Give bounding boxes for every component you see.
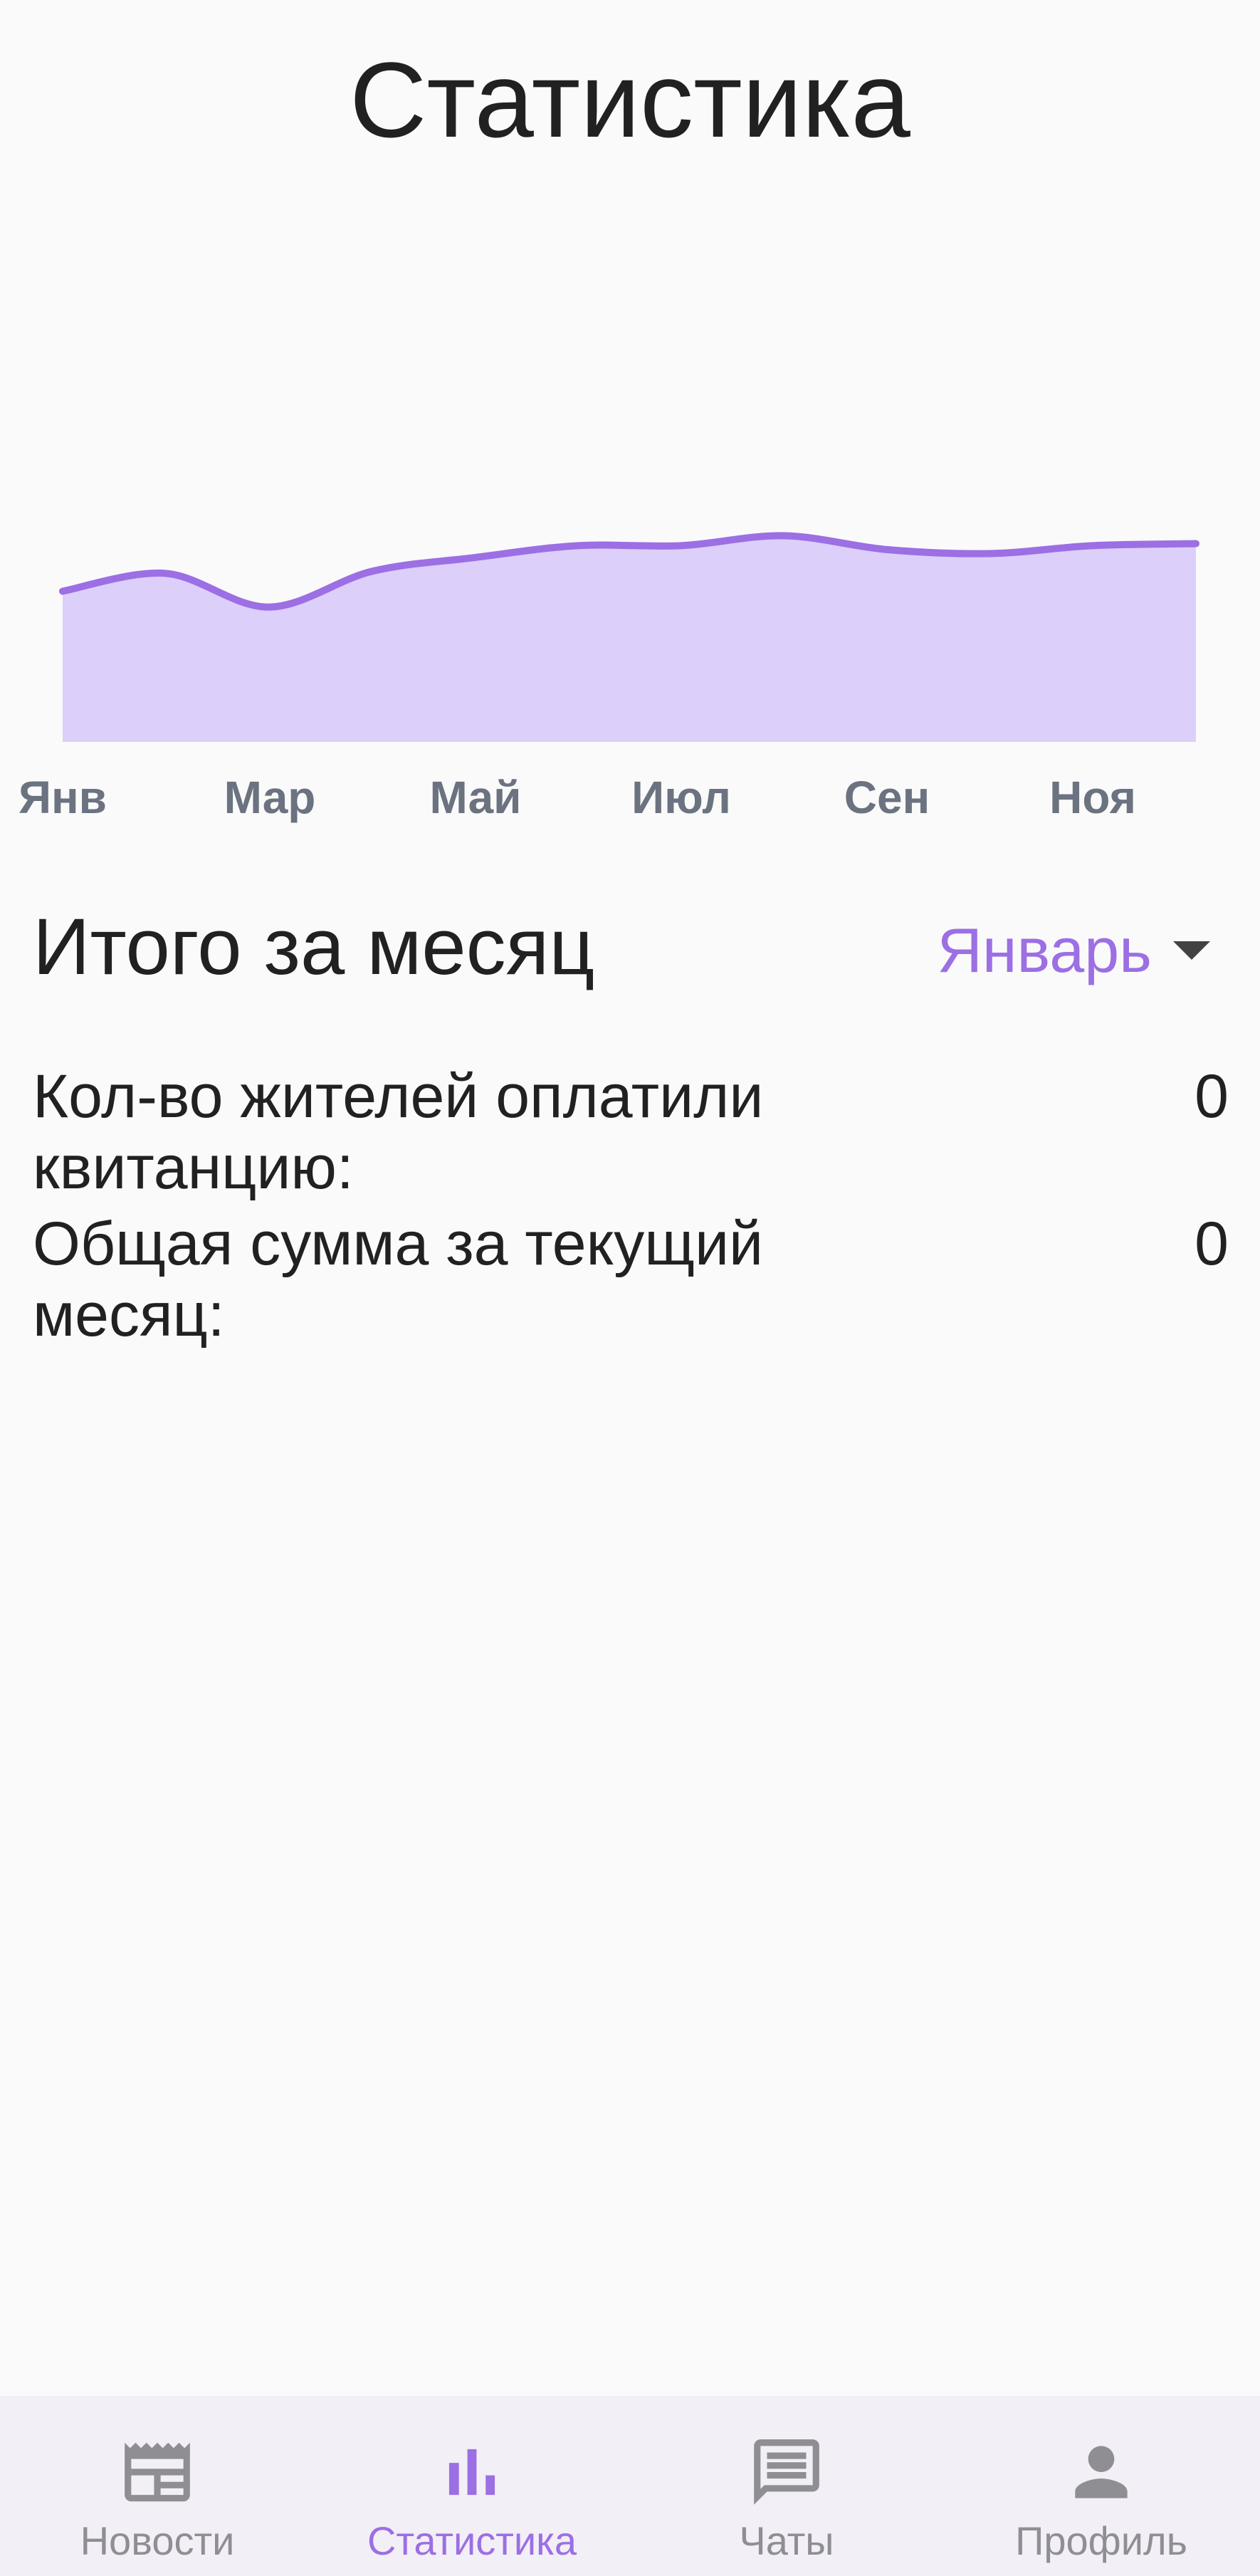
x-tick-label: Янв [19, 772, 107, 823]
profile-icon [1062, 2433, 1140, 2511]
bottom-navigation: Новости Статистика Чаты Профиль [0, 2396, 1260, 2576]
bar-chart-icon [433, 2433, 511, 2511]
x-tick-label: Сен [844, 772, 930, 823]
nav-item-profile[interactable]: Профиль [944, 2396, 1259, 2576]
chart-area-fill [63, 535, 1196, 742]
x-tick-label: Июл [631, 772, 731, 823]
nav-label: Новости [80, 2518, 235, 2563]
nav-item-statistics[interactable]: Статистика [315, 2396, 629, 2576]
nav-item-news[interactable]: Новости [0, 2396, 315, 2576]
nav-label: Профиль [1015, 2518, 1187, 2563]
x-tick-label: Мар [224, 772, 316, 823]
stat-value: 0 [1195, 1210, 1229, 1278]
month-dropdown[interactable]: Январь [937, 915, 1210, 986]
nav-label: Чаты [739, 2518, 834, 2563]
x-tick-label: Ноя [1049, 772, 1136, 823]
page-title: Статистика [350, 40, 910, 159]
nav-label: Статистика [367, 2518, 577, 2563]
month-dropdown-value: Январь [937, 915, 1152, 985]
dropdown-arrow-icon [1173, 941, 1210, 960]
summary-title: Итого за месяц [33, 902, 595, 991]
nav-item-chats[interactable]: Чаты [629, 2396, 944, 2576]
stat-label: Общая сумма за текущий месяц: [33, 1210, 764, 1349]
total-amount-row: Общая сумма за текущий месяц: 0 [33, 1208, 1229, 1351]
news-icon [118, 2433, 196, 2511]
chat-icon [747, 2433, 826, 2511]
stat-value: 0 [1195, 1062, 1229, 1131]
stat-label: Кол-во жителей оплатили квитанцию: [33, 1062, 764, 1202]
paid-residents-row: Кол-во жителей оплатили квитанцию: 0 [33, 1061, 1229, 1203]
x-tick-label: Май [429, 772, 522, 823]
chart-x-axis: Янв Мар Май Июл Сен Ноя [0, 769, 1260, 833]
